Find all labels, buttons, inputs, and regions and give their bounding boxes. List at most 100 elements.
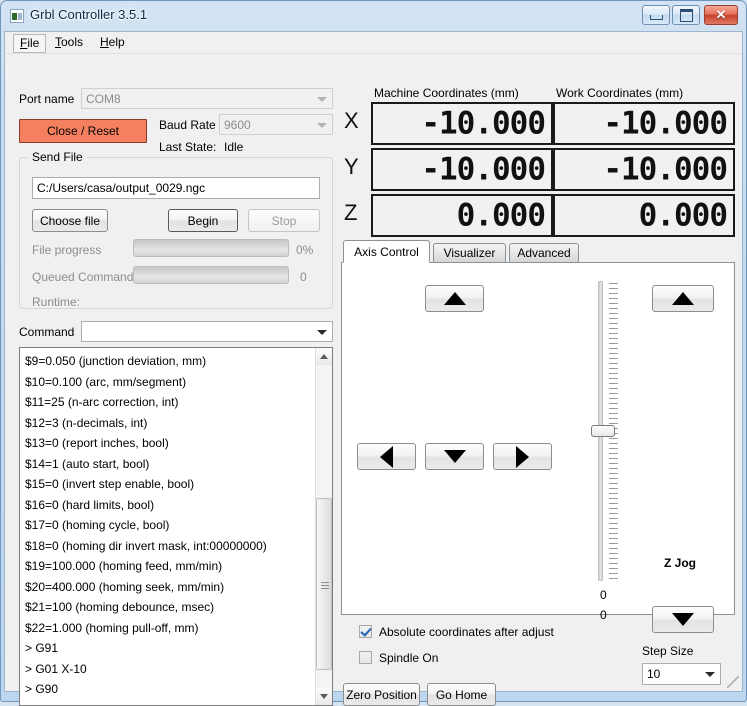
jog-y-minus-button[interactable] xyxy=(425,443,484,470)
slider-thumb[interactable] xyxy=(591,425,615,437)
arrow-down-icon xyxy=(672,613,694,626)
machine-coord-z-value: 0.000 xyxy=(456,197,546,233)
scroll-down-button[interactable] xyxy=(316,688,332,705)
window-title: Grbl Controller 3.5.1 xyxy=(30,7,148,22)
choose-file-label: Choose file xyxy=(39,213,101,228)
machine-coord-y-value: -10.000 xyxy=(421,151,546,187)
machine-coordinates-header: Machine Coordinates (mm) xyxy=(374,86,519,100)
arrow-down-icon xyxy=(443,450,466,463)
jog-speed-slider[interactable] xyxy=(582,281,622,581)
tab-control: Axis Control Visualizer Advanced 0 0 Z J… xyxy=(341,240,735,685)
maximize-button[interactable] xyxy=(672,5,700,25)
command-combo[interactable] xyxy=(81,321,333,342)
axis-label-x: X xyxy=(344,108,359,133)
axis-label-z: Z xyxy=(344,200,358,225)
close-icon: ✕ xyxy=(715,7,727,22)
machine-coord-x: -10.000 xyxy=(371,102,553,145)
console-lines: $9=0.050 (junction deviation, mm) $10=0.… xyxy=(25,354,267,705)
chevron-down-icon xyxy=(705,672,715,677)
close-button[interactable]: ✕ xyxy=(704,5,738,25)
close-reset-button[interactable]: Close / Reset xyxy=(19,119,147,143)
client-area: File Tools Help Port name COM8 Close / R… xyxy=(4,31,743,706)
file-progress-bar xyxy=(133,239,289,257)
console-scrollbar[interactable] xyxy=(315,348,332,705)
zero-position-label: Zero Position xyxy=(346,687,417,702)
jog-x-minus-button[interactable] xyxy=(357,443,416,470)
work-coord-x-value: -10.000 xyxy=(603,105,728,141)
z-jog-up-button[interactable] xyxy=(652,285,714,312)
go-home-label: Go Home xyxy=(435,687,488,702)
maximize-icon xyxy=(679,8,693,22)
file-path-input[interactable]: C:/Users/casa/output_0029.ngc xyxy=(32,177,320,199)
tab-advanced[interactable]: Advanced xyxy=(509,243,579,262)
file-progress-label: File progress xyxy=(32,243,102,257)
step-size-label: Step Size xyxy=(642,644,694,658)
step-size-value: 10 xyxy=(647,667,661,681)
arrow-up-icon xyxy=(672,292,694,305)
work-coord-y: -10.000 xyxy=(553,148,735,191)
resize-grip-icon[interactable] xyxy=(727,676,739,688)
choose-file-button[interactable]: Choose file xyxy=(32,209,108,232)
arrow-up-icon xyxy=(443,292,466,305)
arrow-left-icon xyxy=(380,445,393,468)
file-path-value: C:/Users/casa/output_0029.ngc xyxy=(37,181,206,195)
app-icon xyxy=(10,9,24,23)
work-coord-z: 0.000 xyxy=(553,194,735,237)
file-progress-value: 0% xyxy=(296,243,314,257)
stop-label: Stop xyxy=(271,213,297,228)
last-state-label: Last State: xyxy=(159,140,217,154)
scroll-up-button[interactable] xyxy=(316,348,332,365)
minimize-icon xyxy=(649,15,663,20)
work-coord-y-value: -10.000 xyxy=(603,151,728,187)
chevron-up-icon xyxy=(320,354,328,359)
scrollbar-grip-icon xyxy=(321,580,329,589)
jog-y-plus-button[interactable] xyxy=(425,285,484,312)
menu-tools[interactable]: Tools xyxy=(48,34,90,51)
send-file-group-title: Send File xyxy=(28,150,87,164)
tab-axis-control[interactable]: Axis Control xyxy=(343,240,430,263)
port-name-value: COM8 xyxy=(86,92,121,106)
minimize-button[interactable] xyxy=(642,5,670,25)
close-reset-label: Close / Reset xyxy=(46,124,120,138)
absolute-coordinates-label: Absolute coordinates after adjust xyxy=(379,625,554,639)
tab-page-axis-control: 0 0 Z Jog Absolute coordinates after adj… xyxy=(341,262,735,685)
begin-button[interactable]: Begin xyxy=(168,209,238,232)
chevron-down-icon xyxy=(317,96,327,102)
console-output[interactable]: $9=0.050 (junction deviation, mm) $10=0.… xyxy=(19,347,333,706)
application-window: Grbl Controller 3.5.1 ✕ File Tools Help … xyxy=(0,0,747,706)
queued-commands-label: Queued Commands xyxy=(32,270,140,284)
command-label: Command xyxy=(19,325,75,339)
machine-coord-x-value: -10.000 xyxy=(421,105,546,141)
spindle-on-checkbox[interactable] xyxy=(359,651,372,664)
step-size-combo[interactable]: 10 xyxy=(642,663,721,685)
work-coord-z-value: 0.000 xyxy=(638,197,728,233)
slider-value-bottom: 0 xyxy=(600,608,607,622)
arrow-right-icon xyxy=(516,445,529,468)
jog-x-plus-button[interactable] xyxy=(493,443,552,470)
zero-position-button[interactable]: Zero Position xyxy=(343,683,420,706)
spindle-on-label: Spindle On xyxy=(379,651,439,665)
z-jog-label: Z Jog xyxy=(664,556,696,570)
menu-bar: File Tools Help xyxy=(5,32,742,54)
port-name-combo[interactable]: COM8 xyxy=(81,88,333,109)
menu-help[interactable]: Help xyxy=(93,34,132,51)
scrollbar-thumb[interactable] xyxy=(316,498,332,670)
absolute-coordinates-checkbox[interactable] xyxy=(359,625,372,638)
menu-file[interactable]: File xyxy=(13,34,47,53)
queued-commands-bar xyxy=(133,266,289,284)
go-home-button[interactable]: Go Home xyxy=(427,683,496,706)
z-jog-down-button[interactable] xyxy=(652,606,714,633)
tab-visualizer[interactable]: Visualizer xyxy=(433,243,506,262)
begin-label: Begin xyxy=(187,213,219,228)
chevron-down-icon xyxy=(320,694,328,699)
baud-rate-label: Baud Rate xyxy=(159,118,216,132)
slider-value-top: 0 xyxy=(600,588,607,602)
queued-commands-value: 0 xyxy=(300,270,307,284)
work-coord-x: -10.000 xyxy=(553,102,735,145)
baud-rate-combo[interactable]: 9600 xyxy=(219,114,333,135)
title-bar: Grbl Controller 3.5.1 ✕ xyxy=(1,1,746,31)
last-state-value: Idle xyxy=(224,140,244,154)
tab-advanced-label: Advanced xyxy=(517,246,571,260)
stop-button: Stop xyxy=(248,209,320,232)
tab-strip: Axis Control Visualizer Advanced xyxy=(341,240,735,263)
